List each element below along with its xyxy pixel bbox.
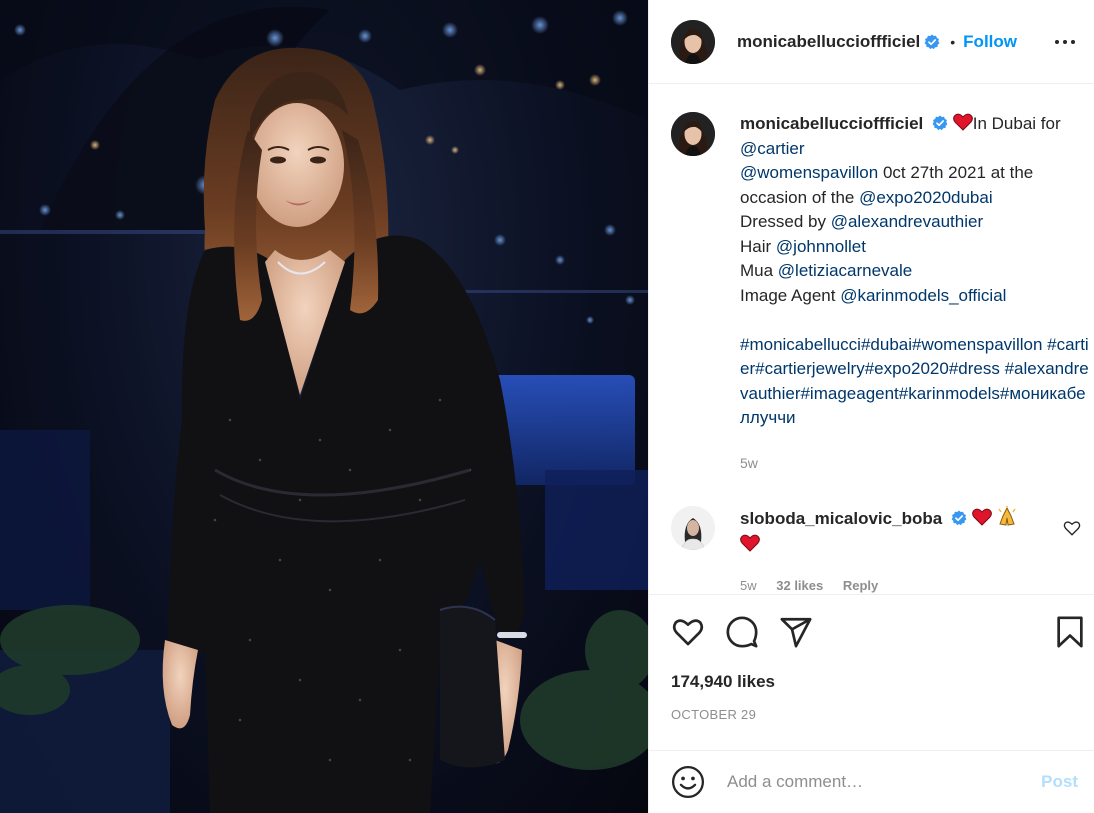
comment-like-icon[interactable] (1063, 519, 1081, 537)
caption-line-4: Dressed by (740, 212, 831, 231)
praying-hands-emoji-icon (998, 506, 1017, 526)
mention-letiziacarnevale[interactable]: @letiziacarnevale (778, 261, 912, 280)
commenter-username[interactable]: sloboda_micalovic_boba (740, 509, 942, 528)
post-photo-illustration (0, 0, 648, 813)
caption-line-7: Image Agent (740, 285, 841, 305)
caption-time: 5w (740, 455, 758, 471)
comment-reply-button[interactable]: Reply (843, 578, 878, 593)
avatar-image (671, 19, 715, 64)
post-header: monicabelluccioffficiel • Follow (649, 0, 1094, 84)
add-comment-bar: Post (649, 750, 1094, 813)
caption: monicabelluccioffficiel In Dubai for @ca… (671, 112, 1091, 431)
author-username[interactable]: monicabelluccioffficiel (737, 32, 920, 52)
comment-time: 5w (740, 578, 757, 593)
mention-alexandrevauthier[interactable]: @alexandrevauthier (831, 212, 983, 231)
caption-line-5: Hair (740, 236, 776, 256)
comment-text: sloboda_micalovic_boba (740, 506, 1060, 558)
post-comment-button[interactable]: Post (1041, 772, 1078, 792)
verified-badge-icon (924, 34, 940, 49)
author-avatar[interactable] (671, 19, 715, 64)
comments-section[interactable]: monicabelluccioffficiel In Dubai for @ca… (649, 85, 1094, 593)
mention-karinmodels[interactable]: @karinmodels_official (840, 286, 1006, 305)
mention-expo2020dubai[interactable]: @expo2020dubai (859, 188, 993, 207)
heart-emoji-icon (952, 113, 973, 131)
post-date: OCTOBER 29 (671, 707, 757, 722)
more-options-icon[interactable] (1053, 30, 1077, 54)
action-bar (649, 594, 1094, 664)
heart-outline-icon[interactable] (671, 615, 705, 649)
likes-count[interactable]: 174,940 likes (671, 672, 775, 692)
emoji-smiley-icon[interactable] (671, 765, 705, 799)
comment-icon[interactable] (725, 615, 759, 649)
comment-meta: 5w 32 likes Reply (740, 578, 894, 593)
commenter-avatar[interactable] (671, 506, 715, 550)
separator-dot: • (950, 33, 956, 50)
caption-line-6: Mua (740, 261, 778, 280)
comment-likes[interactable]: 32 likes (776, 578, 823, 593)
avatar-image (671, 112, 715, 156)
add-comment-input[interactable] (727, 772, 1027, 792)
comment-item: sloboda_micalovic_boba (671, 506, 1081, 558)
mention-womenspavillon[interactable]: @womenspavillon (740, 163, 878, 182)
caption-hashtags[interactable]: #monicabellucci#dubai#womenspavillon #ca… (740, 335, 1089, 428)
caption-text: monicabelluccioffficiel In Dubai for @ca… (740, 112, 1090, 431)
post-photo[interactable] (0, 0, 648, 813)
bookmark-icon[interactable] (1053, 615, 1087, 649)
caption-line-1: In Dubai for (972, 114, 1061, 133)
mention-cartier[interactable]: @cartier (740, 139, 805, 158)
verified-badge-icon (932, 115, 948, 131)
share-icon[interactable] (779, 615, 813, 649)
follow-button[interactable]: Follow (963, 32, 1017, 52)
mention-johnnollet[interactable]: @johnnollet (776, 237, 866, 256)
verified-badge-icon (951, 510, 967, 526)
caption-avatar[interactable] (671, 112, 715, 156)
heart-emoji-icon (740, 534, 760, 552)
heart-emoji-icon (971, 508, 992, 526)
avatar-image (671, 506, 715, 550)
caption-username[interactable]: monicabelluccioffficiel (740, 114, 923, 133)
post-side-panel: monicabelluccioffficiel • Follow monicab… (648, 0, 1094, 813)
